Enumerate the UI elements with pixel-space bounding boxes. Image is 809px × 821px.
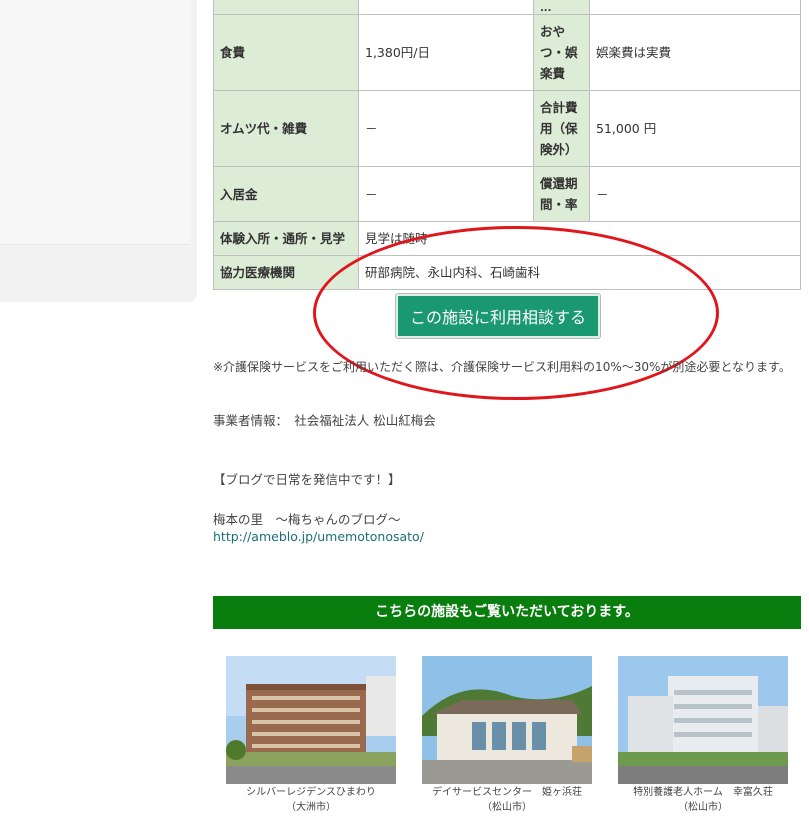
- blog-heading: 【ブログで日常を発信中です！】: [213, 472, 401, 487]
- table-row: 協力医療機関 研部病院、永山内科、石崎歯科: [213, 255, 801, 290]
- related-facility-card[interactable]: 特別養護老人ホーム 幸富久荘 （松山市）: [618, 656, 788, 814]
- left-sidebar-panel: [0, 0, 197, 302]
- table-header-cell: おやつ・娯楽費: [533, 14, 590, 91]
- table-value-cell: [589, 0, 801, 15]
- table-header-cell: 体験入所・通所・見学: [213, 221, 359, 256]
- table-row: オムツ代・雑費 － 合計費用（保険外） 51,000 円: [213, 90, 801, 167]
- operator-info: 事業者情報： 社会福祉法人 松山紅梅会: [213, 413, 436, 428]
- table-value-cell: [358, 0, 534, 15]
- facility-area: （松山市）: [482, 802, 532, 813]
- table-header-cell: ...: [533, 0, 590, 15]
- blog-name: 梅本の里 ～梅ちゃんのブログ～: [213, 512, 401, 527]
- cta-container: この施設に利用相談する: [394, 293, 602, 339]
- facility-area: （大洲市）: [286, 802, 336, 813]
- table-header-cell: [213, 0, 359, 15]
- table-header-cell: 合計費用（保険外）: [533, 90, 590, 167]
- table-row: ...: [213, 0, 801, 15]
- related-facilities-heading: こちらの施設もご覧いただいております。: [213, 596, 801, 629]
- table-header-cell: 協力医療機関: [213, 255, 359, 290]
- left-sidebar-box: [0, 0, 190, 245]
- facility-area: （松山市）: [678, 802, 728, 813]
- table-value-cell: 1,380円/日: [358, 14, 534, 91]
- facility-name[interactable]: シルバーレジデンスひまわり: [226, 786, 396, 799]
- table-value-cell: －: [589, 166, 801, 222]
- table-row: 食費 1,380円/日 おやつ・娯楽費 娯楽費は実費: [213, 14, 801, 91]
- table-header-cell: 入居金: [213, 166, 359, 222]
- blog-link[interactable]: http://ameblo.jp/umemotonosato/: [213, 529, 424, 544]
- table-value-cell: －: [358, 90, 534, 167]
- table-row: 入居金 － 償還期間・率 －: [213, 166, 801, 222]
- related-facility-card[interactable]: デイサービスセンター 姫ヶ浜荘 （松山市）: [422, 656, 592, 814]
- facility-photo[interactable]: [618, 656, 788, 784]
- table-value-cell: 見学は随時: [358, 221, 801, 256]
- insurance-note: ※介護保険サービスをご利用いただく際は、介護保険サービス利用料の10%〜30%が…: [213, 360, 791, 374]
- facility-name[interactable]: 特別養護老人ホーム 幸富久荘: [618, 786, 788, 799]
- consult-facility-button[interactable]: この施設に利用相談する: [394, 293, 602, 339]
- table-value-cell: 娯楽費は実費: [589, 14, 801, 91]
- table-value-cell: 51,000 円: [589, 90, 801, 167]
- table-header-cell: 償還期間・率: [533, 166, 590, 222]
- related-facility-card[interactable]: シルバーレジデンスひまわり （大洲市）: [226, 656, 396, 814]
- table-value-cell: 研部病院、永山内科、石崎歯科: [358, 255, 801, 290]
- facility-photo[interactable]: [226, 656, 396, 784]
- table-header-cell: オムツ代・雑費: [213, 90, 359, 167]
- facility-name[interactable]: デイサービスセンター 姫ヶ浜荘: [422, 786, 592, 799]
- table-header-cell: 食費: [213, 14, 359, 91]
- table-value-cell: －: [358, 166, 534, 222]
- table-row: 体験入所・通所・見学 見学は随時: [213, 221, 801, 256]
- facility-photo[interactable]: [422, 656, 592, 784]
- facility-fee-table: ... 食費 1,380円/日 おやつ・娯楽費 娯楽費は実費 オムツ代・雑費 －…: [213, 0, 801, 290]
